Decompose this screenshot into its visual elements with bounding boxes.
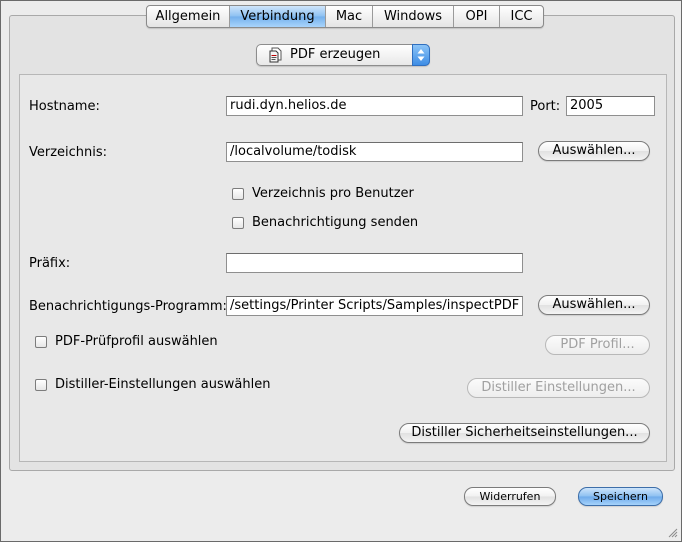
prefix-field[interactable] [226, 253, 523, 273]
per-user-directory-checkbox-row[interactable]: Verzeichnis pro Benutzer [232, 186, 414, 201]
hostname-label: Hostname: [29, 99, 100, 114]
send-notification-checkbox[interactable] [232, 216, 244, 229]
distiller-settings-checkbox-row[interactable]: Distiller-Einstellungen auswählen [35, 377, 270, 392]
mode-popup-value: PDF erzeugen [290, 47, 381, 62]
tab-verbindung[interactable]: Verbindung [230, 6, 326, 27]
tab-allgemein[interactable]: Allgemein [147, 6, 230, 27]
mode-popup-button[interactable]: PDF erzeugen [256, 44, 430, 66]
popup-arrows-icon [412, 44, 430, 66]
notify-program-label: Benachrichtigungs-Programm: [29, 299, 227, 314]
revert-button[interactable]: Widerrufen [464, 487, 556, 506]
tab-windows[interactable]: Windows [373, 6, 454, 27]
pdf-profile-checkbox[interactable] [35, 335, 47, 348]
tab-bar: Allgemein Verbindung Mac Windows OPI ICC [146, 5, 544, 28]
distiller-settings-button[interactable]: Distiller Einstellungen... [467, 378, 650, 398]
per-user-directory-checkbox[interactable] [232, 187, 244, 200]
tab-opi[interactable]: OPI [454, 6, 500, 27]
distiller-security-button[interactable]: Distiller Sicherheitseinstellungen... [399, 423, 650, 443]
pdf-document-icon [269, 47, 282, 63]
port-label: Port: [530, 99, 561, 114]
directory-label: Verzeichnis: [29, 145, 108, 160]
directory-field[interactable]: /localvolume/todisk [226, 142, 523, 162]
tab-mac[interactable]: Mac [326, 6, 373, 27]
save-button[interactable]: Speichern [578, 487, 663, 506]
pdf-profile-button[interactable]: PDF Profil... [545, 335, 650, 355]
resize-grip-icon[interactable] [666, 526, 678, 538]
hostname-field[interactable]: rudi.dyn.helios.de [226, 96, 523, 116]
pdf-profile-label: PDF-Prüfprofil auswählen [55, 334, 218, 349]
distiller-settings-label: Distiller-Einstellungen auswählen [55, 377, 271, 392]
notify-program-choose-button[interactable]: Auswählen... [538, 295, 650, 315]
preferences-window: Allgemein Verbindung Mac Windows OPI ICC… [0, 0, 682, 542]
directory-choose-button[interactable]: Auswählen... [538, 141, 650, 161]
send-notification-checkbox-row[interactable]: Benachrichtigung senden [232, 215, 418, 230]
prefix-label: Präfix: [29, 256, 71, 271]
distiller-settings-checkbox[interactable] [35, 378, 47, 391]
tab-icc[interactable]: ICC [500, 6, 543, 27]
per-user-directory-label: Verzeichnis pro Benutzer [252, 186, 414, 201]
pdf-profile-checkbox-row[interactable]: PDF-Prüfprofil auswählen [35, 334, 218, 349]
send-notification-label: Benachrichtigung senden [252, 215, 419, 230]
port-field[interactable]: 2005 [566, 96, 655, 116]
notify-program-field[interactable]: /settings/Printer Scripts/Samples/inspec… [226, 296, 523, 316]
